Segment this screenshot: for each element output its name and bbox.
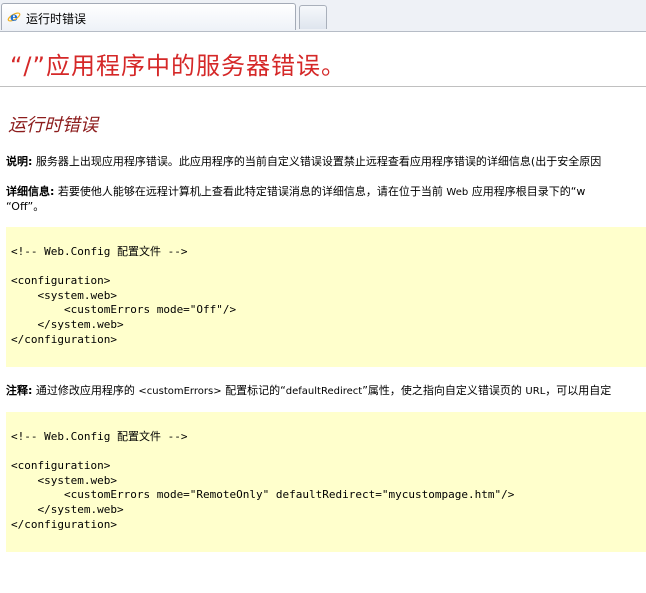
new-tab-button[interactable] <box>299 5 327 29</box>
details-text2: 应用程序根目录下的“w <box>468 185 586 198</box>
code-block-2: <!-- Web.Config 配置文件 --> <configuration>… <box>6 412 646 552</box>
note-text3: ”属性，使之指向自定义错误页的 <box>362 384 526 397</box>
ie-logo-icon: e <box>7 10 21 24</box>
tab-title: 运行时错误 <box>26 12 87 26</box>
note-text2: 配置标记的“ <box>221 384 286 397</box>
note-tag: <customErrors> <box>138 386 222 397</box>
details-paragraph: 详细信息: 若要使他人能够在远程计算机上查看此特定错误消息的详细信息，请在位于当… <box>6 183 585 199</box>
error-subheading: 运行时错误 <box>8 115 98 136</box>
note-paragraph: 注释: 通过修改应用程序的 <customErrors> 配置标记的“defau… <box>6 382 611 398</box>
note-label: 注释: <box>6 384 33 397</box>
details-label: 详细信息: <box>6 185 55 198</box>
page-title: “/”应用程序中的服务器错误。 <box>10 52 346 80</box>
note-text4: ，可以用自定 <box>545 384 612 397</box>
description-paragraph: 说明: 服务器上出现应用程序错误。此应用程序的当前自定义错误设置禁止远程查看应用… <box>6 153 601 169</box>
details-text: 若要使他人能够在远程计算机上查看此特定错误消息的详细信息，请在位于当前 <box>54 185 447 198</box>
details-web: Web <box>446 187 469 198</box>
code-block-2-text: <!-- Web.Config 配置文件 --> <configuration>… <box>11 430 515 531</box>
browser-tab-active[interactable]: e 运行时错误 <box>1 3 296 30</box>
svg-text:e: e <box>10 10 18 24</box>
description-text: 服务器上出现应用程序错误。此应用程序的当前自定义错误设置禁止远程查看应用程序错误… <box>32 155 602 168</box>
note-text: 通过修改应用程序的 <box>32 384 139 397</box>
browser-tab-bar: e 运行时错误 <box>0 0 646 32</box>
note-url: URL <box>525 386 546 397</box>
code-block-1: <!-- Web.Config 配置文件 --> <configuration>… <box>6 227 646 367</box>
code-block-1-text: <!-- Web.Config 配置文件 --> <configuration>… <box>11 245 237 346</box>
description-label: 说明: <box>6 155 33 168</box>
details-line2: “Off”。 <box>6 200 45 213</box>
note-attr: defaultRedirect <box>285 386 363 397</box>
title-divider <box>0 86 646 87</box>
